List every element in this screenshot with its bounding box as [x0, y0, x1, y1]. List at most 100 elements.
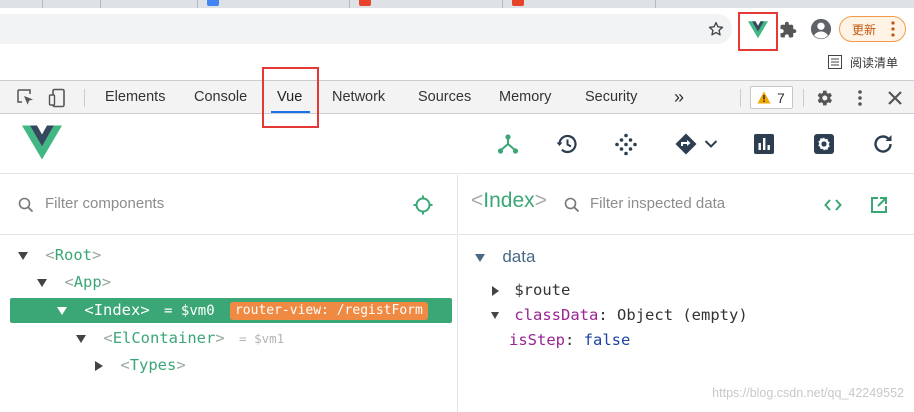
warnings-badge[interactable]: 7 [750, 86, 793, 109]
warning-icon [757, 91, 771, 104]
component-name: ElContainer [112, 329, 216, 347]
toolbar: 更新 [0, 8, 914, 48]
tab-favicon-icon[interactable] [359, 0, 371, 6]
settings-icon [814, 134, 834, 154]
data-row-isstep[interactable]: isStep: false [509, 328, 630, 352]
expand-arrow-icon[interactable] [18, 251, 28, 260]
history-icon [556, 134, 577, 154]
tag-open: < [45, 246, 55, 264]
expand-arrow-icon[interactable] [475, 253, 485, 262]
expand-arrow-icon[interactable] [57, 306, 67, 315]
filter-components-input[interactable]: Filter components [45, 195, 164, 212]
data-row-classdata[interactable]: classData: Object (empty) [491, 303, 748, 327]
search-icon [18, 197, 34, 213]
tab-memory[interactable]: Memory [499, 81, 551, 113]
settings-tab-button[interactable] [810, 130, 838, 158]
data-separator: : [565, 331, 575, 349]
reading-list-icon [828, 55, 842, 69]
tab-vue-label: Vue [277, 89, 303, 105]
vue-devtools-extension-button[interactable] [746, 18, 770, 42]
tab-console[interactable]: Console [194, 81, 247, 113]
tab-separator [197, 0, 198, 8]
timeline-tab-button[interactable] [553, 130, 581, 158]
address-bar[interactable] [0, 14, 732, 44]
profile-avatar-icon[interactable] [810, 18, 832, 40]
tag-open: < [64, 273, 74, 291]
collapse-arrow-icon[interactable] [492, 285, 499, 296]
chevron-down-icon [704, 140, 718, 148]
refresh-button[interactable] [869, 130, 897, 158]
vm-reference: = $vm1 [239, 331, 285, 346]
tree-node-types[interactable]: <Types> [95, 353, 186, 377]
toolbar-divider [803, 89, 804, 107]
filter-inspected-data-input[interactable]: Filter inspected data [590, 195, 725, 212]
inspector-pane: <Index> Filter inspected data data $rout… [459, 175, 914, 412]
inspected-component-name: <Index> [471, 189, 547, 213]
devtools-menu-icon[interactable] [850, 88, 870, 108]
tag-close: > [101, 273, 112, 291]
router-view-badge: router-view: /registForm [229, 301, 428, 320]
expand-arrow-icon[interactable] [491, 312, 499, 319]
routing-tab-button[interactable] [670, 130, 722, 158]
component-name: App [73, 273, 102, 291]
data-value: false [583, 331, 631, 349]
data-key: isStep [509, 331, 565, 349]
tab-sources[interactable]: Sources [418, 81, 471, 113]
tab-separator [42, 0, 43, 8]
performance-tab-button[interactable] [750, 130, 778, 158]
component-name: Root [54, 246, 93, 264]
components-pane: Filter components <Root> <App> <Index> =… [0, 175, 458, 412]
browser-window: 更新 阅读清单 Elements Console Vue Network Sou… [0, 0, 914, 412]
component-name: Types [129, 356, 177, 374]
reading-list-button[interactable]: 阅读清单 [828, 52, 898, 72]
inspect-element-icon[interactable] [16, 88, 36, 108]
tree-node-root[interactable]: <Root> [18, 243, 101, 267]
more-tabs-button[interactable]: » [674, 81, 684, 113]
tab-vue[interactable]: Vue [271, 81, 311, 113]
tree-node-elcontainer[interactable]: <ElContainer> = $vm1 [76, 326, 284, 350]
expand-arrow-icon[interactable] [37, 278, 47, 287]
active-tab-indicator [271, 111, 311, 113]
tab-separator [349, 0, 350, 8]
devtools-settings-gear-icon[interactable] [814, 88, 834, 108]
more-menu-icon [891, 21, 895, 37]
data-key: $route [514, 281, 571, 299]
components-tab-button[interactable] [494, 130, 522, 158]
expand-arrow-icon[interactable] [76, 334, 86, 343]
device-toolbar-icon[interactable] [48, 88, 68, 108]
collapse-arrow-icon[interactable] [95, 360, 103, 371]
tree-node-app[interactable]: <App> [37, 270, 111, 294]
tag-close: > [534, 189, 547, 212]
tree-node-index-selected[interactable]: <Index> = $vm0 router-view: /registForm [10, 298, 452, 323]
extensions-puzzle-icon[interactable] [779, 21, 797, 39]
tab-favicon-icon[interactable] [512, 0, 524, 6]
inspector-header: <Index> Filter inspected data [459, 175, 914, 235]
tag-close: > [215, 329, 225, 347]
component-name: Index [483, 189, 535, 212]
vuex-tab-button[interactable] [612, 130, 640, 158]
bookmark-star-icon[interactable] [707, 20, 725, 38]
tab-security[interactable]: Security [585, 81, 637, 113]
performance-icon [754, 134, 774, 154]
tab-elements[interactable]: Elements [105, 81, 165, 113]
tab-network[interactable]: Network [332, 81, 385, 113]
data-row-route[interactable]: $route [492, 278, 570, 302]
data-section-header[interactable]: data [475, 245, 535, 269]
vue-devtools-header [0, 114, 914, 174]
refresh-icon [874, 135, 892, 153]
update-button[interactable]: 更新 [839, 16, 906, 42]
open-in-editor-icon[interactable] [870, 196, 888, 214]
watermark-text: https://blog.csdn.net/qq_42249552 [712, 386, 904, 400]
tag-close: > [92, 246, 102, 264]
vuex-icon [615, 133, 637, 156]
select-component-crosshair-icon[interactable] [413, 195, 433, 215]
data-key: classData [514, 306, 599, 324]
close-devtools-icon[interactable] [885, 88, 905, 108]
data-heading: data [502, 247, 536, 266]
inspect-dom-code-icon[interactable] [824, 197, 842, 213]
warning-count: 7 [777, 89, 785, 106]
tag-open: < [103, 329, 113, 347]
tab-strip [0, 0, 914, 8]
tab-favicon-icon[interactable] [207, 0, 219, 6]
bookmarks-bar: 阅读清单 [0, 48, 914, 76]
